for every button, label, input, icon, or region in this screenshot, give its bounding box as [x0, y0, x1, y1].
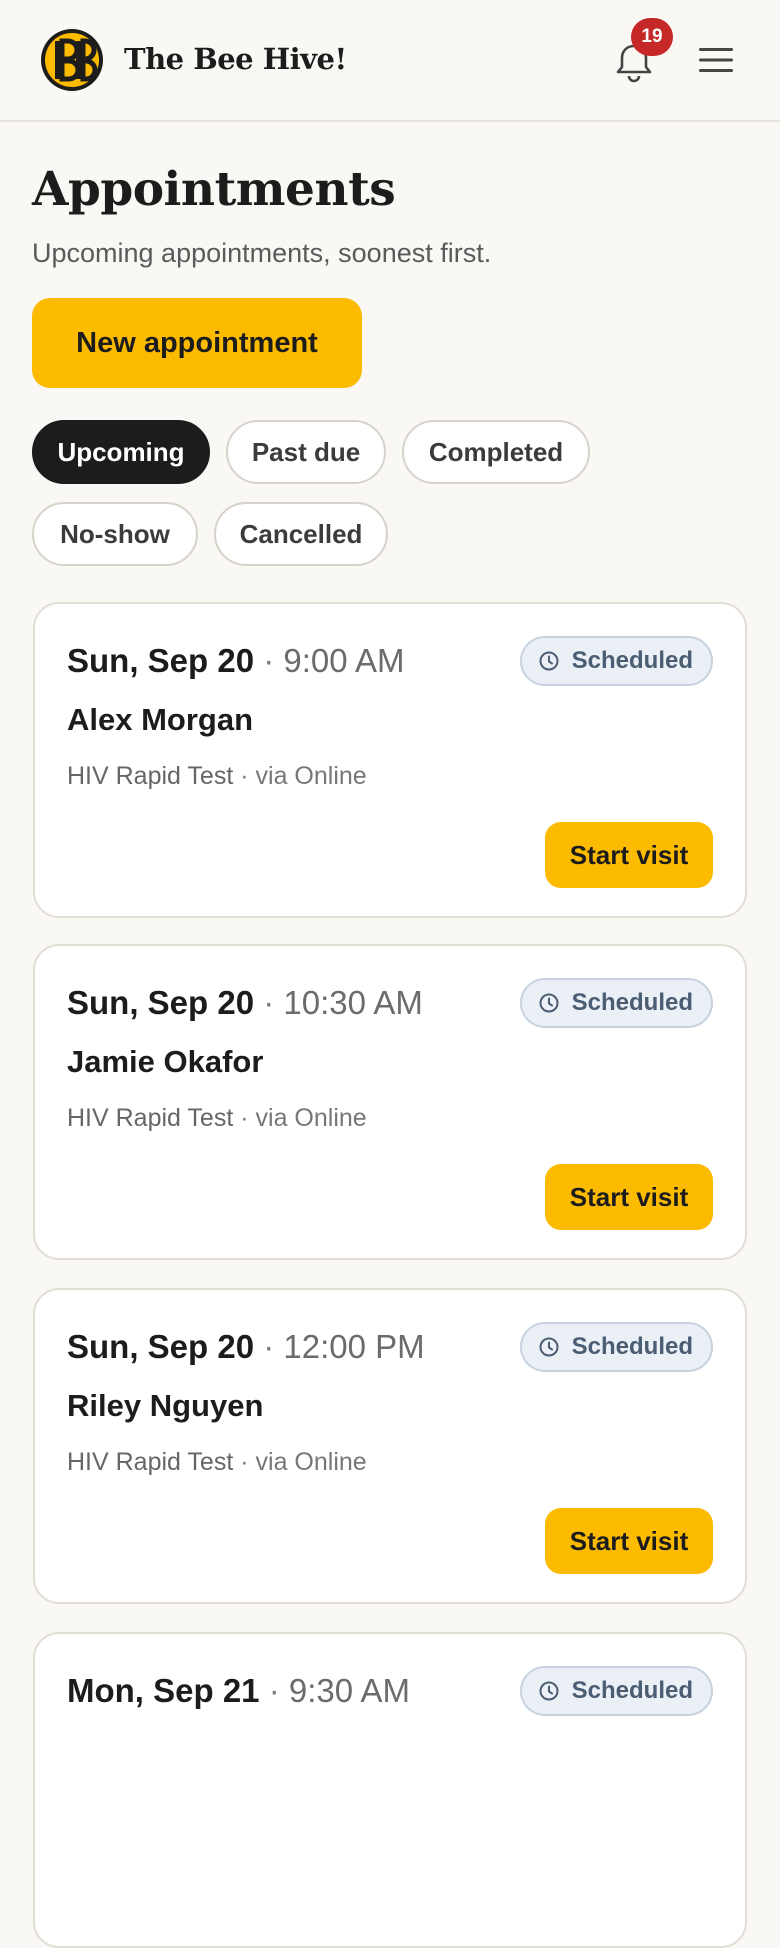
notification-badge: 19	[631, 18, 673, 56]
filter-past-due[interactable]: Past due	[226, 420, 386, 484]
appointment-meta: HIV Rapid Test · via Online	[67, 1104, 367, 1133]
appointment-datetime: Sun, Sep 20 · 12:00 PM	[67, 1328, 425, 1366]
appointment-card[interactable]: Sun, Sep 20 · 12:00 PM Scheduled Riley N…	[33, 1288, 747, 1604]
test-type: HIV Rapid Test	[67, 1104, 234, 1132]
clock-icon	[539, 993, 559, 1013]
appointment-time: 12:00 PM	[283, 1328, 425, 1365]
clock-icon	[539, 1337, 559, 1357]
datetime-separator: ·	[268, 1672, 280, 1709]
bee-hive-logo[interactable]	[40, 28, 104, 92]
status-badge: Scheduled	[519, 978, 713, 1028]
appointment-date: Mon, Sep 21	[67, 1672, 260, 1709]
appointment-time: 9:00 AM	[283, 642, 405, 679]
appointment-meta: HIV Rapid Test · via Online	[67, 1448, 367, 1477]
start-visit-button[interactable]: Start visit	[545, 1164, 713, 1230]
brand-name: The Bee Hive!	[124, 42, 347, 76]
clock-icon	[539, 651, 559, 671]
booking-channel: · via Online	[240, 762, 367, 790]
appointment-card[interactable]: Mon, Sep 21 · 9:30 AM Scheduled	[33, 1632, 747, 1948]
datetime-separator: ·	[263, 642, 275, 679]
appointment-datetime: Sun, Sep 20 · 9:00 AM	[67, 642, 404, 680]
patient-name: Alex Morgan	[67, 702, 254, 737]
status-badge: Scheduled	[519, 636, 713, 686]
booking-channel: · via Online	[240, 1104, 367, 1132]
filter-completed[interactable]: Completed	[402, 420, 590, 484]
start-visit-button[interactable]: Start visit	[545, 1508, 713, 1574]
appointment-card[interactable]: Sun, Sep 20 · 9:00 AM Scheduled Alex Mor…	[33, 602, 747, 918]
appointment-datetime: Sun, Sep 20 · 10:30 AM	[67, 984, 423, 1022]
filter-no-show[interactable]: No-show	[32, 502, 198, 566]
filter-upcoming[interactable]: Upcoming	[32, 420, 210, 484]
datetime-separator: ·	[263, 1328, 275, 1365]
top-bar: The Bee Hive! 19	[0, 0, 780, 122]
hamburger-menu-icon[interactable]	[696, 44, 736, 76]
filter-cancelled[interactable]: Cancelled	[214, 502, 388, 566]
appointment-meta: HIV Rapid Test · via Online	[67, 762, 367, 791]
appointment-datetime: Mon, Sep 21 · 9:30 AM	[67, 1672, 410, 1710]
patient-name: Riley Nguyen	[67, 1388, 264, 1423]
appointment-time: 10:30 AM	[283, 984, 423, 1021]
appointment-date: Sun, Sep 20	[67, 642, 255, 679]
appointment-time: 9:30 AM	[288, 1672, 410, 1709]
start-visit-button[interactable]: Start visit	[545, 822, 713, 888]
test-type: HIV Rapid Test	[67, 762, 234, 790]
status-label: Scheduled	[571, 1333, 693, 1360]
status-badge: Scheduled	[519, 1666, 713, 1716]
clock-icon	[539, 1681, 559, 1701]
status-label: Scheduled	[571, 647, 693, 674]
page-title: Appointments	[32, 162, 396, 217]
patient-name: Jamie Okafor	[67, 1044, 264, 1079]
booking-channel: · via Online	[240, 1448, 367, 1476]
status-label: Scheduled	[571, 1677, 693, 1704]
status-label: Scheduled	[571, 989, 693, 1016]
new-appointment-button[interactable]: New appointment	[32, 298, 362, 388]
appointment-date: Sun, Sep 20	[67, 984, 255, 1021]
datetime-separator: ·	[263, 984, 275, 1021]
page-subtitle: Upcoming appointments, soonest first.	[32, 238, 492, 268]
appointment-card[interactable]: Sun, Sep 20 · 10:30 AM Scheduled Jamie O…	[33, 944, 747, 1260]
test-type: HIV Rapid Test	[67, 1448, 234, 1476]
appointment-date: Sun, Sep 20	[67, 1328, 255, 1365]
status-badge: Scheduled	[519, 1322, 713, 1372]
